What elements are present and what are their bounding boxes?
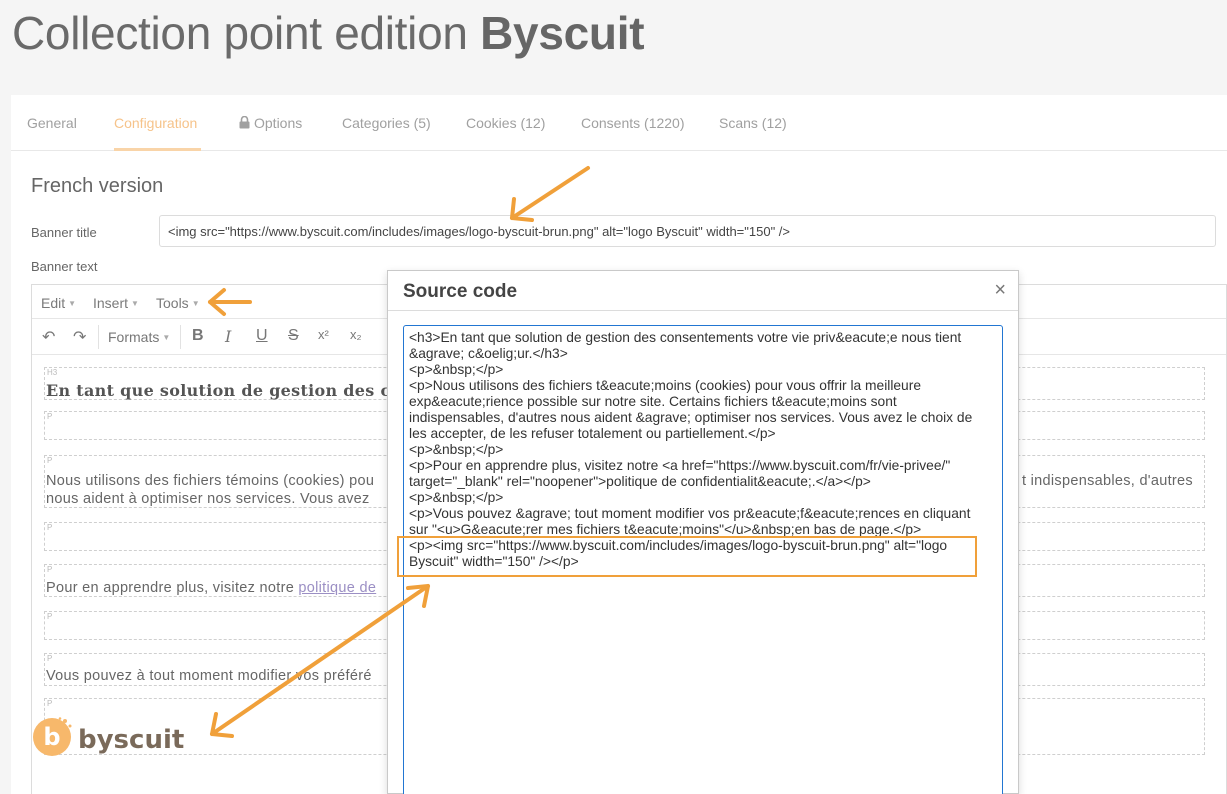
- source-code-dialog: Source code × <h3>En tant que solution d…: [387, 270, 1019, 794]
- content-paragraph-right: t indispensables, d'autres: [1022, 473, 1193, 489]
- menu-edit[interactable]: Edit ▼: [41, 295, 76, 311]
- page-title-brand: Byscuit: [480, 7, 645, 59]
- content-text-span: Pour en apprendre plus, visitez notre: [46, 580, 299, 596]
- page-title: Collection point edition Byscuit: [12, 6, 645, 60]
- chevron-down-icon: ▼: [131, 299, 139, 308]
- bold-icon[interactable]: B: [192, 327, 204, 345]
- undo-icon[interactable]: ↶: [42, 327, 55, 347]
- formats-label: Formats: [108, 329, 160, 345]
- lock-icon: [239, 116, 250, 129]
- menu-insert[interactable]: Insert ▼: [93, 295, 139, 311]
- content-paragraph-last: Vous pouvez à tout moment modifier vos p…: [46, 668, 372, 684]
- page-title-prefix: Collection point edition: [12, 7, 481, 59]
- content-paragraph-link-line: Pour en apprendre plus, visitez notre po…: [46, 580, 376, 596]
- block-marker: P: [47, 565, 53, 574]
- block-marker: P: [47, 612, 53, 621]
- tab-options[interactable]: Options: [239, 115, 302, 131]
- tab-cookies[interactable]: Cookies (12): [466, 115, 545, 131]
- underline-icon[interactable]: U: [256, 327, 268, 345]
- menu-tools-label: Tools: [156, 295, 189, 311]
- tab-general[interactable]: General: [27, 115, 77, 131]
- logo-letter: b: [43, 723, 60, 751]
- close-icon[interactable]: ×: [994, 279, 1006, 302]
- menu-tools[interactable]: Tools ▼: [156, 295, 200, 311]
- privacy-policy-link[interactable]: politique de: [298, 580, 376, 596]
- menu-insert-label: Insert: [93, 295, 129, 311]
- banner-text-label: Banner text: [31, 259, 98, 274]
- tab-configuration[interactable]: Configuration: [114, 115, 197, 131]
- block-marker: P: [47, 699, 53, 708]
- content-heading: En tant que solution de gestion des co: [46, 381, 402, 400]
- content-paragraph-line2: nous aident à optimiser nos services. Vo…: [46, 491, 370, 507]
- dialog-title: Source code: [403, 281, 518, 302]
- highlight-annotation: [397, 536, 977, 577]
- superscript-icon[interactable]: x²: [318, 327, 329, 342]
- block-marker: H3: [47, 368, 58, 377]
- redo-icon[interactable]: ↷: [73, 327, 86, 347]
- byscuit-logo: b byscuit: [32, 717, 202, 762]
- tab-consents[interactable]: Consents (1220): [581, 115, 685, 131]
- tab-options-label: Options: [254, 115, 303, 131]
- tab-categories[interactable]: Categories (5): [342, 115, 431, 131]
- chevron-down-icon: ▼: [68, 299, 77, 308]
- logo-wordmark: byscuit: [78, 725, 184, 755]
- toolbar-divider: [180, 325, 181, 349]
- block-marker: P: [47, 654, 53, 663]
- subscript-icon[interactable]: x₂: [350, 327, 362, 342]
- tab-scans[interactable]: Scans (12): [719, 115, 787, 131]
- block-marker: P: [47, 456, 53, 465]
- chevron-down-icon: ▼: [191, 299, 200, 308]
- strikethrough-icon[interactable]: S: [288, 327, 299, 345]
- content-paragraph-line1: Nous utilisons des fichiers témoins (coo…: [46, 473, 375, 489]
- banner-title-input[interactable]: <img src="https://www.byscuit.com/includ…: [159, 215, 1216, 247]
- block-marker: P: [47, 523, 53, 532]
- chevron-down-icon: ▼: [162, 333, 171, 342]
- active-tab-indicator: [114, 148, 201, 151]
- dialog-header: Source code ×: [388, 271, 1018, 311]
- section-title: French version: [31, 175, 164, 197]
- italic-icon[interactable]: I: [225, 327, 231, 346]
- menu-edit-label: Edit: [41, 295, 66, 311]
- byscuit-logo-graphic: b byscuit: [33, 717, 184, 756]
- toolbar-divider: [98, 325, 99, 349]
- block-marker: P: [47, 412, 53, 421]
- formats-dropdown[interactable]: Formats ▼: [108, 329, 170, 345]
- banner-title-label: Banner title: [31, 225, 97, 240]
- tab-bar: General Configuration Options Categories…: [11, 95, 1227, 151]
